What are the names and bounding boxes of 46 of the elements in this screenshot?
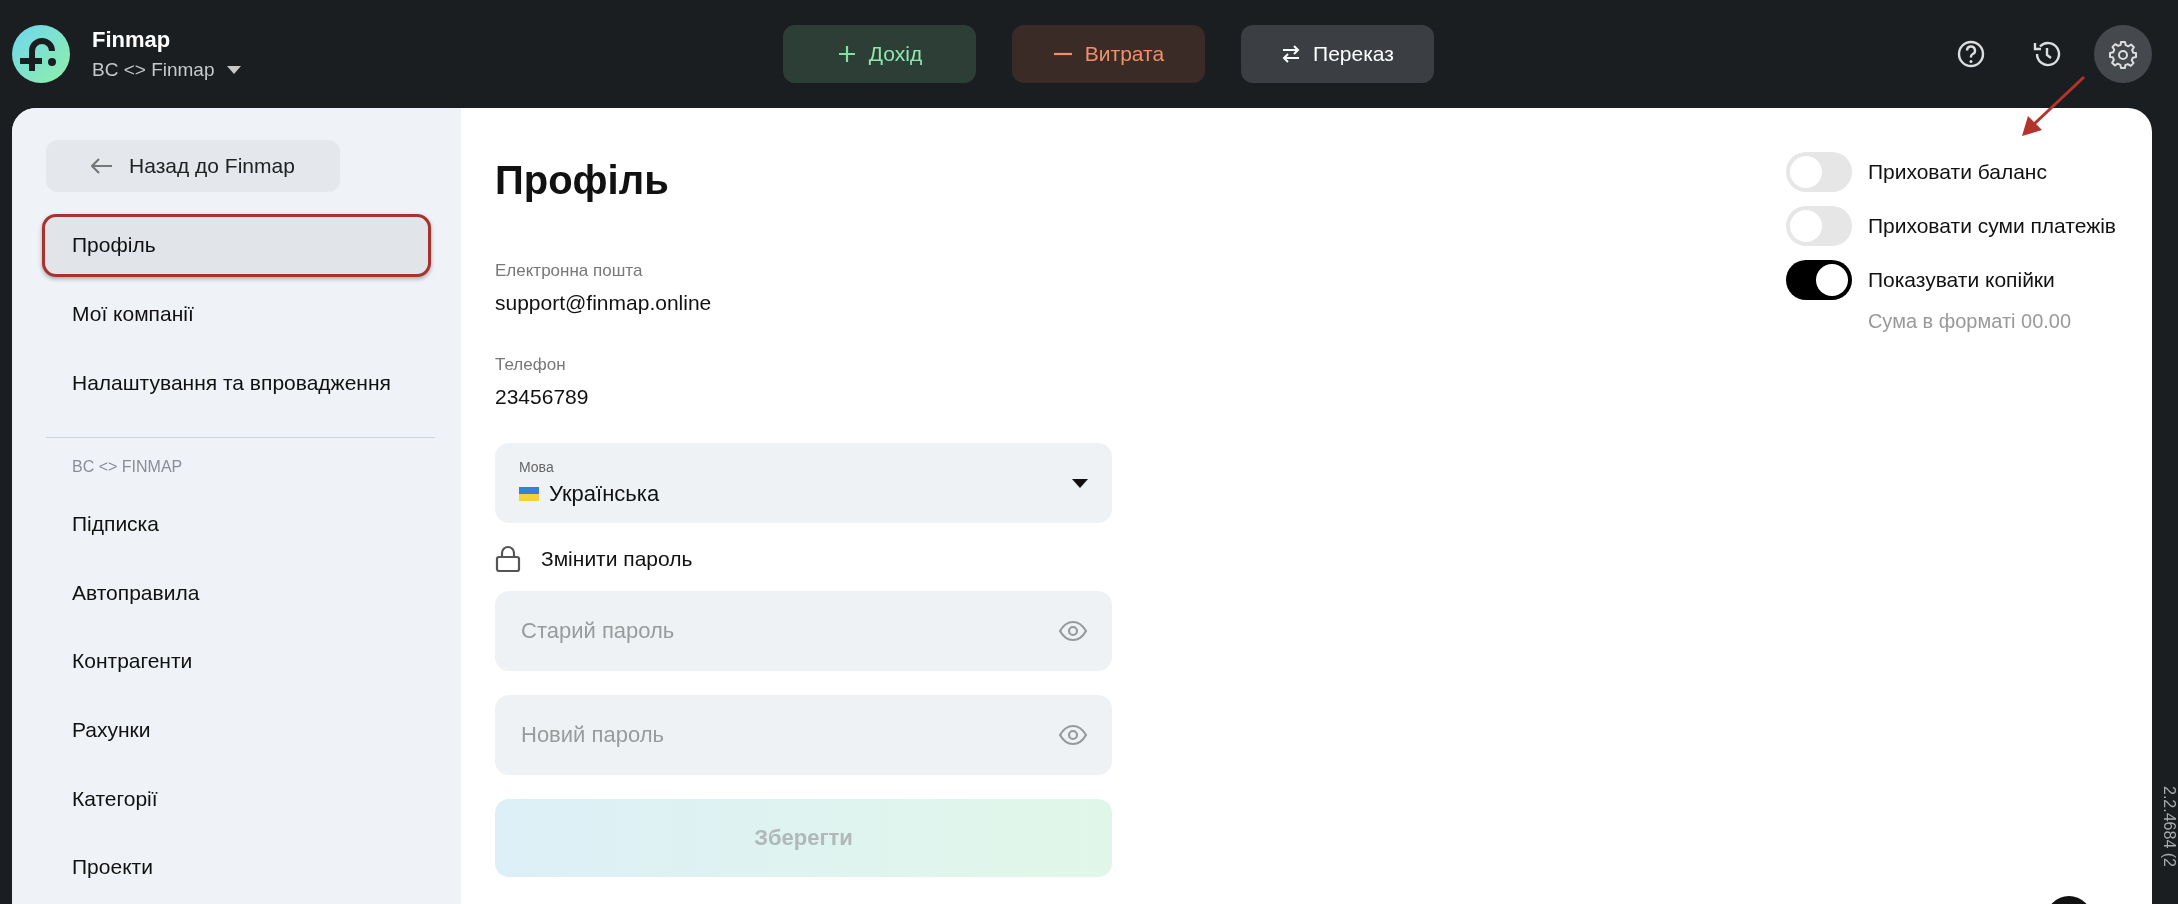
- caret-icon[interactable]: [226, 66, 241, 74]
- sidebar-item[interactable]: Рахунки: [42, 698, 431, 762]
- app-name: Finmap: [92, 27, 172, 53]
- field-label: Телефон: [495, 355, 567, 375]
- flag-icon: [519, 487, 539, 501]
- eye-icon[interactable]: [1058, 620, 1088, 642]
- logo-icon: [12, 25, 70, 83]
- password-input[interactable]: Старий пароль: [519, 617, 1058, 645]
- toggle-switch[interactable]: [1785, 206, 1852, 246]
- sidebar-item[interactable]: Контрагенти: [42, 629, 431, 694]
- toggle-hint: Сума в форматі 00.00: [1867, 310, 2073, 333]
- lock-icon: [495, 545, 521, 573]
- toggle-switch[interactable]: [1785, 260, 1852, 300]
- field-value: 23456789: [495, 385, 590, 409]
- transfer-button[interactable]: Переказ: [1241, 25, 1434, 83]
- toggle-label: Приховати баланс: [1867, 160, 2047, 184]
- toggle-label: Показувати копійки: [1867, 268, 2055, 292]
- back-arrow-icon: [91, 157, 114, 174]
- password-field[interactable]: Новий пароль: [495, 695, 1112, 775]
- toggle-label: Приховати суми платежів: [1867, 214, 2116, 238]
- sidebar-item[interactable]: Категорії: [42, 766, 431, 831]
- sidebar-item[interactable]: Профіль: [42, 213, 431, 278]
- sidebar-item[interactable]: Мої компанії: [42, 282, 431, 346]
- sidebar-item[interactable]: Проекти: [42, 835, 431, 900]
- minus-icon: [1052, 52, 1073, 56]
- sidebar-item[interactable]: Налаштування та впровадження: [42, 350, 431, 415]
- income-button[interactable]: Дохід: [783, 25, 976, 83]
- change-password-link[interactable]: Змінити пароль: [541, 547, 693, 571]
- sidebar-item[interactable]: Автоправила: [42, 561, 431, 625]
- caret-icon: [1072, 478, 1088, 488]
- back-button[interactable]: Назад до Finmap: [46, 140, 340, 192]
- field-value: support@finmap.online: [495, 291, 713, 315]
- password-input[interactable]: Новий пароль: [519, 721, 1058, 749]
- language-dropdown[interactable]: Мова Українська: [495, 443, 1112, 523]
- plus-icon: [836, 44, 857, 64]
- version-label: 2.2.4684 (2: [2160, 785, 2178, 869]
- page-title: Профіль: [495, 158, 670, 203]
- sidebar-item[interactable]: Підписка: [42, 492, 431, 557]
- section-label: BC <> FINMAP: [71, 458, 184, 477]
- swap-arrows-icon: [1281, 45, 1302, 63]
- password-field[interactable]: Старий пароль: [495, 591, 1112, 671]
- workspace-name[interactable]: BC <> Finmap: [92, 59, 215, 81]
- eye-icon[interactable]: [1058, 724, 1088, 746]
- field-label: Електронна пошта: [495, 261, 644, 281]
- toggle-switch[interactable]: [1785, 152, 1852, 192]
- expense-button[interactable]: Витрата: [1012, 25, 1205, 83]
